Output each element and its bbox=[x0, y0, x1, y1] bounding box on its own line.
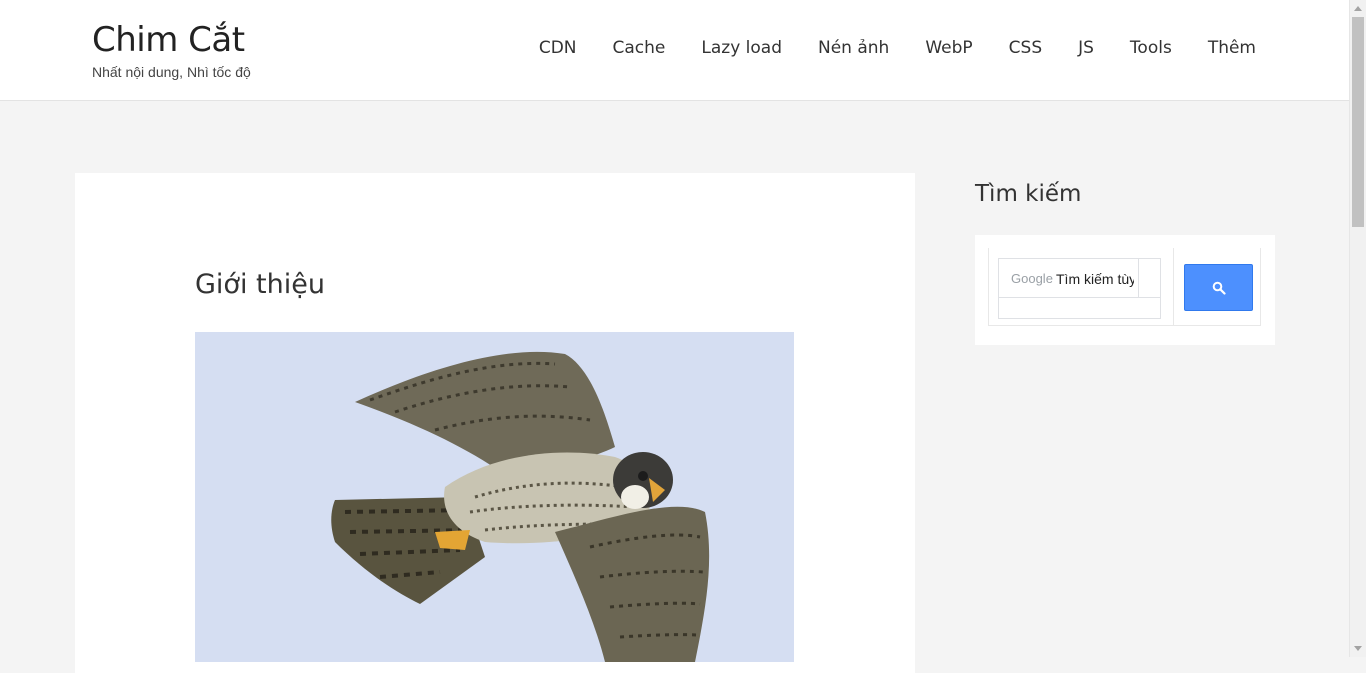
search-frame-divider bbox=[1173, 248, 1174, 326]
search-box: Google bbox=[998, 258, 1161, 319]
main-content: Giới thiệu bbox=[75, 173, 915, 673]
site-header: Chim Cắt Nhất nội dung, Nhì tốc độ CDN C… bbox=[0, 0, 1349, 101]
post-title: Giới thiệu bbox=[195, 269, 325, 300]
search-button[interactable] bbox=[1184, 264, 1253, 311]
nav-item-cdn[interactable]: CDN bbox=[539, 38, 577, 58]
nav-item-lazy-load[interactable]: Lazy load bbox=[701, 38, 782, 58]
site-title[interactable]: Chim Cắt bbox=[92, 18, 251, 62]
search-icon bbox=[1212, 281, 1226, 295]
site-tagline: Nhất nội dung, Nhì tốc độ bbox=[92, 64, 251, 80]
nav-item-js[interactable]: JS bbox=[1078, 38, 1094, 58]
search-input-divider bbox=[1138, 259, 1139, 298]
brand: Chim Cắt Nhất nội dung, Nhì tốc độ bbox=[92, 18, 251, 80]
nav-item-css[interactable]: CSS bbox=[1009, 38, 1042, 58]
featured-image-falcon bbox=[195, 332, 794, 662]
nav-item-webp[interactable]: WebP bbox=[925, 38, 972, 58]
scroll-thumb[interactable] bbox=[1352, 17, 1364, 227]
nav-item-tools[interactable]: Tools bbox=[1130, 38, 1172, 58]
main-navigation: CDN Cache Lazy load Nén ảnh WebP CSS JS … bbox=[539, 38, 1256, 58]
nav-item-cache[interactable]: Cache bbox=[613, 38, 666, 58]
search-widget-title: Tìm kiếm bbox=[975, 181, 1082, 207]
search-input[interactable] bbox=[1056, 267, 1134, 291]
page-scrollbar[interactable] bbox=[1349, 0, 1366, 657]
scroll-up-arrow-icon[interactable] bbox=[1354, 6, 1362, 11]
nav-item-more[interactable]: Thêm bbox=[1208, 38, 1256, 58]
search-frame: Google bbox=[988, 248, 1261, 326]
google-brand-label: Google bbox=[1011, 271, 1053, 286]
sidebar: Tìm kiếm Google bbox=[975, 173, 1275, 345]
falcon-illustration bbox=[195, 332, 794, 662]
scroll-down-arrow-icon[interactable] bbox=[1354, 646, 1362, 651]
search-widget: Google bbox=[975, 235, 1275, 345]
search-input-row: Google bbox=[999, 259, 1160, 298]
nav-item-image-compression[interactable]: Nén ảnh bbox=[818, 38, 889, 58]
